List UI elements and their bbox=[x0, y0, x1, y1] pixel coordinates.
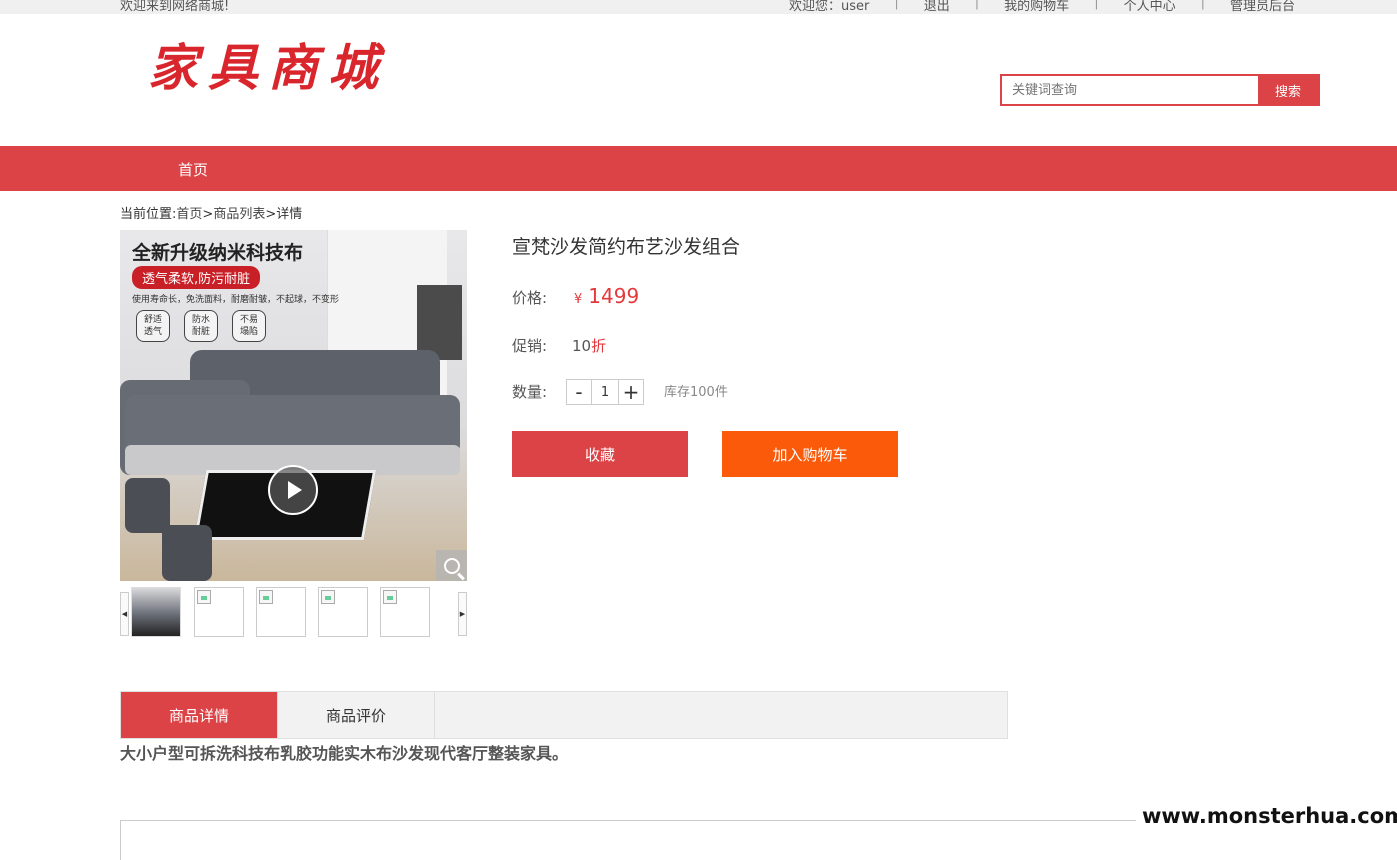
search-input[interactable] bbox=[1002, 76, 1258, 104]
image-subline: 使用寿命长，免洗面料，耐磨耐皱，不起球，不变形 bbox=[132, 295, 340, 305]
broken-image-icon bbox=[197, 590, 211, 604]
price-label: 价格: bbox=[512, 289, 548, 307]
breadcrumb-home[interactable]: 首页 bbox=[176, 207, 202, 222]
cart-link[interactable]: 我的购物车 bbox=[979, 0, 1094, 14]
breadcrumb-separator: > bbox=[202, 207, 214, 222]
zoom-icon[interactable] bbox=[436, 550, 467, 581]
breadcrumb-current: 详情 bbox=[276, 207, 303, 222]
product-price: ¥1499 bbox=[574, 284, 639, 308]
detail-tabs: 商品详情 商品评价 bbox=[120, 691, 1008, 739]
promo-unit: 折 bbox=[591, 337, 607, 355]
breadcrumb: 当前位置:首页>商品列表>详情 bbox=[120, 203, 302, 222]
watermark: www.monsterhua.com bbox=[1136, 800, 1397, 832]
thumbnail[interactable] bbox=[194, 587, 244, 637]
qty-increase-button[interactable]: + bbox=[618, 379, 644, 405]
add-to-cart-button[interactable]: 加入购物车 bbox=[722, 431, 898, 477]
thumb-prev-arrow-icon[interactable]: ◀ bbox=[120, 592, 129, 636]
quantity-label: 数量: bbox=[512, 383, 548, 401]
content-box bbox=[120, 820, 1140, 860]
broken-image-icon bbox=[321, 590, 335, 604]
price-value: 1499 bbox=[588, 284, 640, 308]
product-main-image[interactable]: 全新升级纳米科技布 透气柔软,防污耐脏 使用寿命长，免洗面料，耐磨耐皱，不起球，… bbox=[120, 230, 467, 581]
thumbnail[interactable] bbox=[318, 587, 368, 637]
tab-reviews[interactable]: 商品评价 bbox=[278, 692, 435, 738]
breadcrumb-prefix: 当前位置: bbox=[120, 207, 177, 222]
image-stool bbox=[162, 525, 212, 581]
qty-decrease-button[interactable]: - bbox=[566, 379, 592, 405]
play-video-icon[interactable] bbox=[268, 465, 318, 515]
image-shelf bbox=[417, 285, 462, 360]
thumb-next-arrow-icon[interactable]: ▶ bbox=[458, 592, 467, 636]
user-greeting: 欢迎您：user bbox=[789, 0, 870, 14]
logout-link[interactable]: 退出 bbox=[899, 0, 975, 14]
breadcrumb-separator: > bbox=[265, 207, 277, 222]
broken-image-icon bbox=[259, 590, 273, 604]
quantity-stepper: - 1 + bbox=[566, 379, 644, 405]
image-badge: 不易 塌陷 bbox=[232, 310, 266, 342]
currency-symbol: ¥ bbox=[574, 292, 583, 307]
image-badge: 防水 耐脏 bbox=[184, 310, 218, 342]
breadcrumb-list[interactable]: 商品列表 bbox=[213, 207, 265, 222]
search-button[interactable]: 搜索 bbox=[1258, 76, 1318, 104]
top-links: 欢迎您：user | 退出 | 我的购物车 | 个人中心 | 管理员后台 bbox=[764, 0, 1320, 14]
favorite-button[interactable]: 收藏 bbox=[512, 431, 688, 477]
search-bar: 搜索 bbox=[1000, 74, 1320, 106]
nav-home[interactable]: 首页 bbox=[178, 159, 208, 180]
qty-value[interactable]: 1 bbox=[592, 379, 618, 405]
image-headline: 全新升级纳米科技布 bbox=[132, 242, 304, 264]
promo-label: 促销: bbox=[512, 337, 548, 355]
main-nav: 首页 bbox=[0, 146, 1397, 191]
welcome-text: 欢迎来到网络商城! bbox=[120, 0, 230, 14]
site-logo[interactable]: 家具商城 bbox=[148, 28, 388, 100]
thumbnail[interactable] bbox=[380, 587, 430, 637]
profile-link[interactable]: 个人中心 bbox=[1099, 0, 1201, 14]
tab-details[interactable]: 商品详情 bbox=[121, 692, 278, 738]
thumbnail[interactable] bbox=[131, 587, 181, 637]
top-bar: 欢迎来到网络商城! 欢迎您：user | 退出 | 我的购物车 | 个人中心 |… bbox=[0, 0, 1397, 14]
thumbnail[interactable] bbox=[256, 587, 306, 637]
product-description: 大小户型可拆洗科技布乳胶功能实木布沙发现代客厅整装家具。 bbox=[120, 744, 569, 763]
promo-value: 10折 bbox=[572, 335, 606, 356]
image-stool bbox=[125, 478, 170, 533]
broken-image-icon bbox=[383, 590, 397, 604]
image-badges: 舒适 透气 防水 耐脏 不易 塌陷 bbox=[136, 310, 266, 342]
image-badge: 舒适 透气 bbox=[136, 310, 170, 342]
stock-text: 库存100件 bbox=[664, 385, 728, 400]
admin-link[interactable]: 管理员后台 bbox=[1205, 0, 1320, 14]
product-title: 宣梵沙发简约布艺沙发组合 bbox=[512, 236, 741, 258]
promo-number: 10 bbox=[572, 337, 592, 355]
image-pill: 透气柔软,防污耐脏 bbox=[132, 266, 261, 289]
thumbnail-strip: ◀ ▶ bbox=[120, 587, 467, 637]
